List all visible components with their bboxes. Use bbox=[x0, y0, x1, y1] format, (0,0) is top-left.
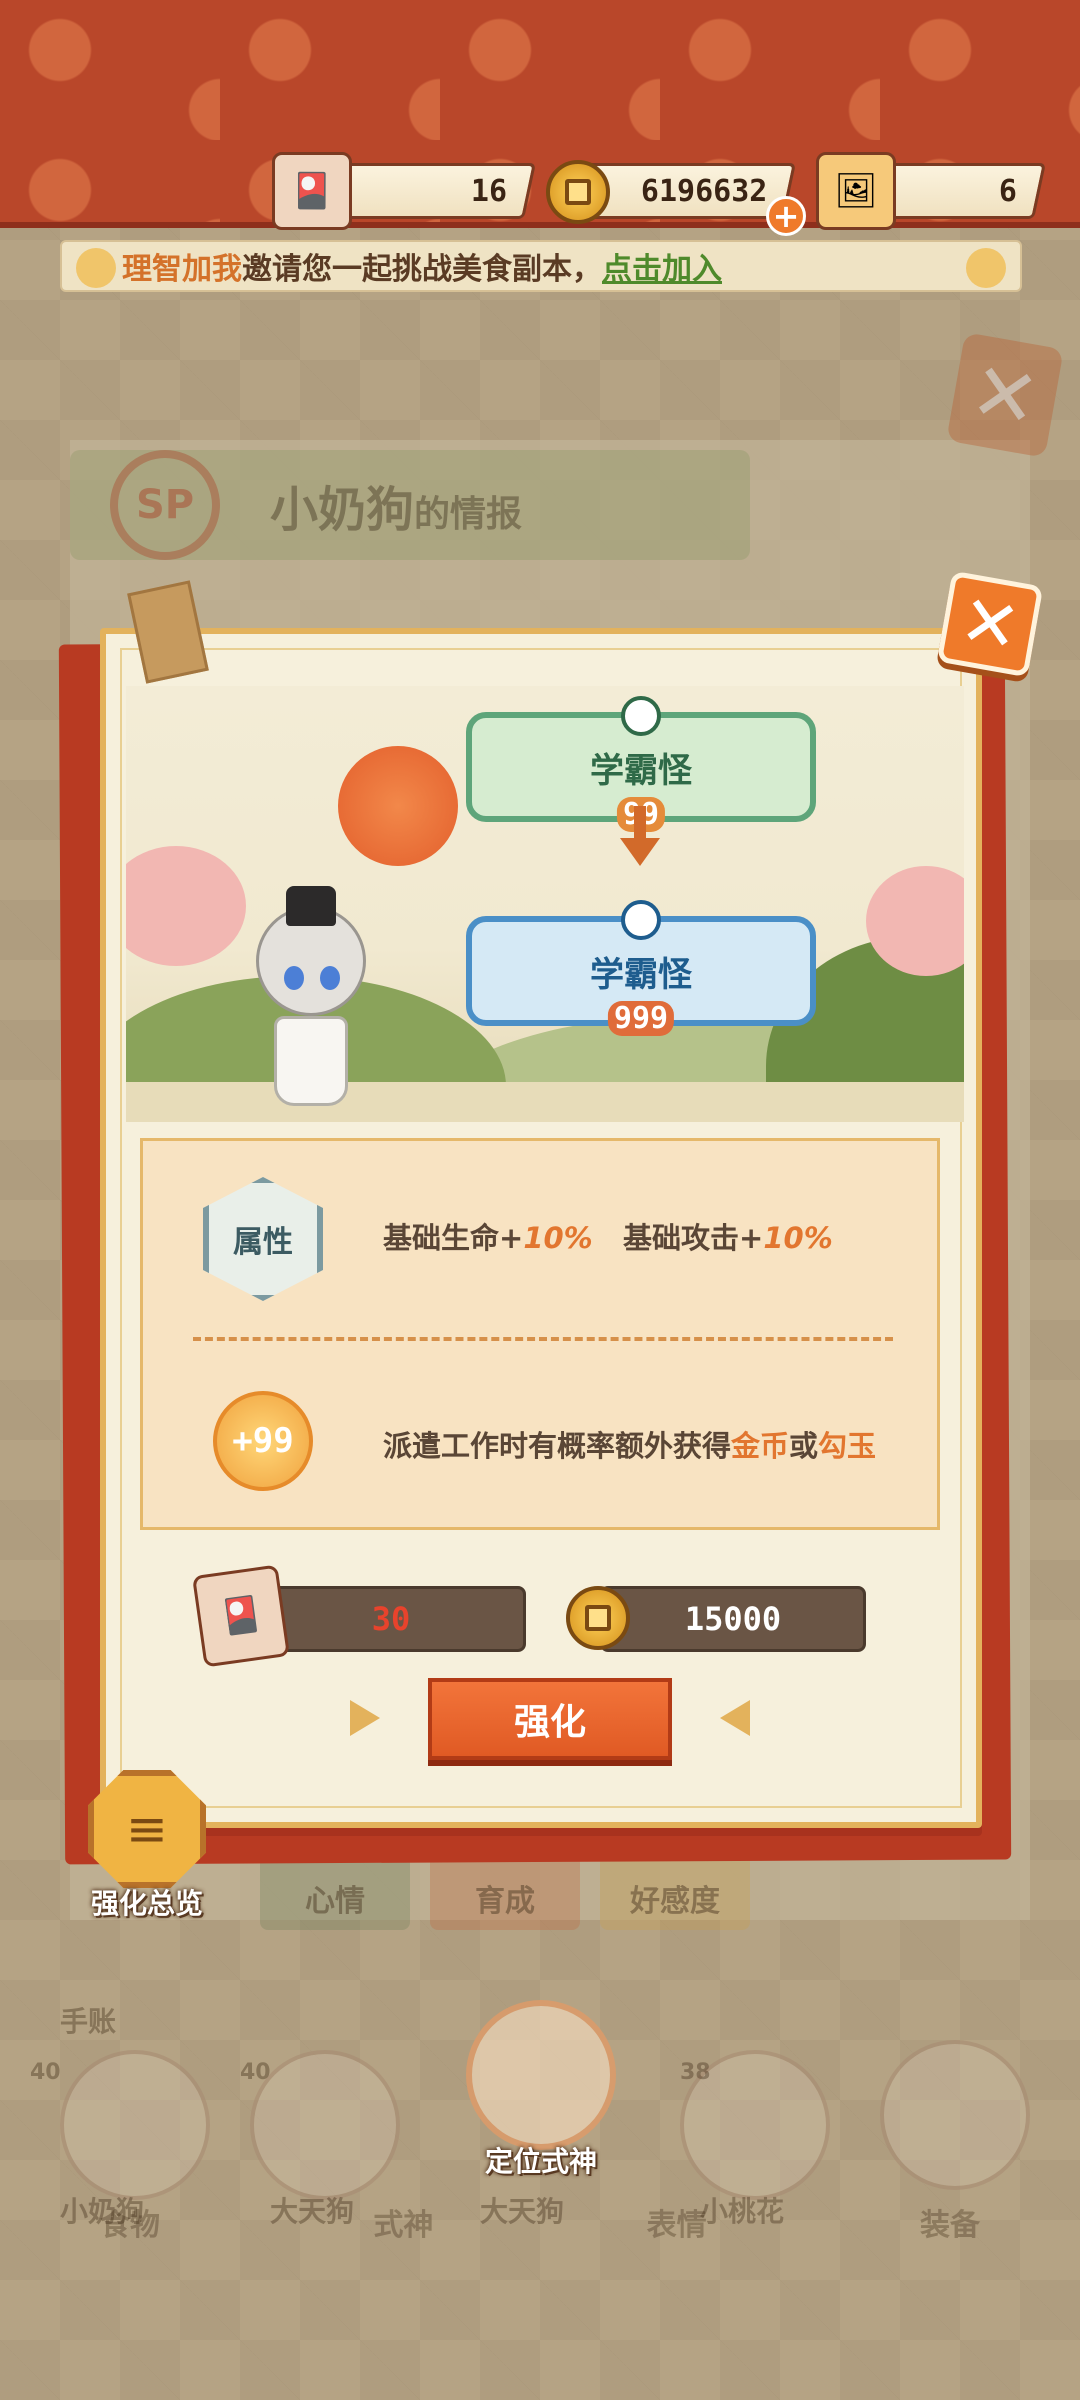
coin-cost-icon bbox=[566, 1586, 630, 1650]
enhance-overview-button[interactable]: ≡ 强化总览 bbox=[78, 1770, 216, 1920]
close-icon[interactable]: ✕ bbox=[936, 570, 1044, 678]
locate-shikigami-button[interactable]: 定位式神 bbox=[456, 2000, 626, 2180]
character-eye bbox=[320, 966, 340, 990]
bonus-99-icon: +99 bbox=[213, 1391, 313, 1491]
enhance-button[interactable]: 强化 bbox=[428, 1678, 672, 1760]
locate-shikigami-label: 定位式神 bbox=[484, 2145, 597, 2178]
coin-cost: 15000 bbox=[600, 1586, 866, 1652]
inviter-name: 理智加我 bbox=[122, 252, 242, 287]
arrow-down-icon bbox=[634, 806, 646, 840]
arrow-down-icon-head bbox=[620, 838, 660, 866]
atk-bonus-value: 10% bbox=[763, 1221, 833, 1255]
dispatch-text-jade: 勾玉 bbox=[818, 1429, 877, 1463]
coin-icon bbox=[546, 160, 610, 224]
divider bbox=[193, 1337, 893, 1341]
invite-message: 邀请您一起挑战美食副本， bbox=[242, 252, 602, 287]
title-emblem-icon bbox=[621, 696, 661, 736]
jade-count: 6 bbox=[998, 174, 1017, 209]
blossom-tree bbox=[126, 846, 246, 966]
attribute-bonus-text: 基础生命+10% 基础攻击+10% bbox=[383, 1215, 833, 1257]
character-hat bbox=[286, 886, 336, 926]
portrait-ticket-icon: 🖼 bbox=[816, 152, 896, 230]
ticket-count: 16 bbox=[470, 174, 507, 209]
next-title-card: 学霸怪 999 bbox=[466, 900, 816, 1036]
attribute-badge: 属性 bbox=[203, 1177, 323, 1301]
hp-bonus-label: 基础生命+ bbox=[383, 1221, 524, 1255]
bonus-info-box: 属性 基础生命+10% 基础攻击+10% +99 派遣工作时有概率额外获得金币或… bbox=[140, 1138, 940, 1530]
hp-bonus-value: 10% bbox=[523, 1221, 593, 1255]
sun-decoration bbox=[338, 746, 458, 866]
deco-right-icon bbox=[720, 1700, 750, 1736]
deco-left-icon bbox=[350, 1700, 380, 1736]
coin-count: 6196632 bbox=[640, 174, 767, 209]
atk-bonus-label: 基础攻击+ bbox=[623, 1221, 764, 1255]
add-coin-icon[interactable]: + bbox=[766, 196, 806, 236]
next-title-level: 999 bbox=[607, 1001, 675, 1036]
shikigami-character bbox=[246, 886, 376, 1116]
ticket-cost-icon: 🎴 bbox=[192, 1564, 290, 1668]
invite-banner: 理智加我 邀请您一起挑战美食副本， 点击加入 bbox=[60, 240, 1022, 292]
flower-icon bbox=[76, 248, 116, 288]
ticket-cost: 30 bbox=[256, 1586, 526, 1652]
locate-portrait bbox=[466, 2000, 616, 2150]
current-title-name: 学霸怪 bbox=[590, 750, 692, 791]
document-icon: ≡ bbox=[88, 1770, 206, 1888]
join-link[interactable]: 点击加入 bbox=[602, 244, 722, 288]
enhance-overview-label: 强化总览 bbox=[90, 1887, 203, 1920]
dispatch-text-pre: 派遣工作时有概率额外获得 bbox=[383, 1429, 732, 1463]
flower-icon bbox=[966, 248, 1006, 288]
character-body bbox=[274, 1016, 348, 1106]
character-eye bbox=[284, 966, 304, 990]
next-title-name: 学霸怪 bbox=[590, 954, 692, 995]
ticket-icon: 🎴 bbox=[272, 152, 352, 230]
dispatch-text-or: 或 bbox=[789, 1429, 819, 1463]
title-emblem-icon bbox=[621, 900, 661, 940]
dispatch-text-coin: 金币 bbox=[731, 1429, 790, 1463]
dispatch-bonus-text: 派遣工作时有概率额外获得金币或勾玉 bbox=[383, 1423, 876, 1465]
